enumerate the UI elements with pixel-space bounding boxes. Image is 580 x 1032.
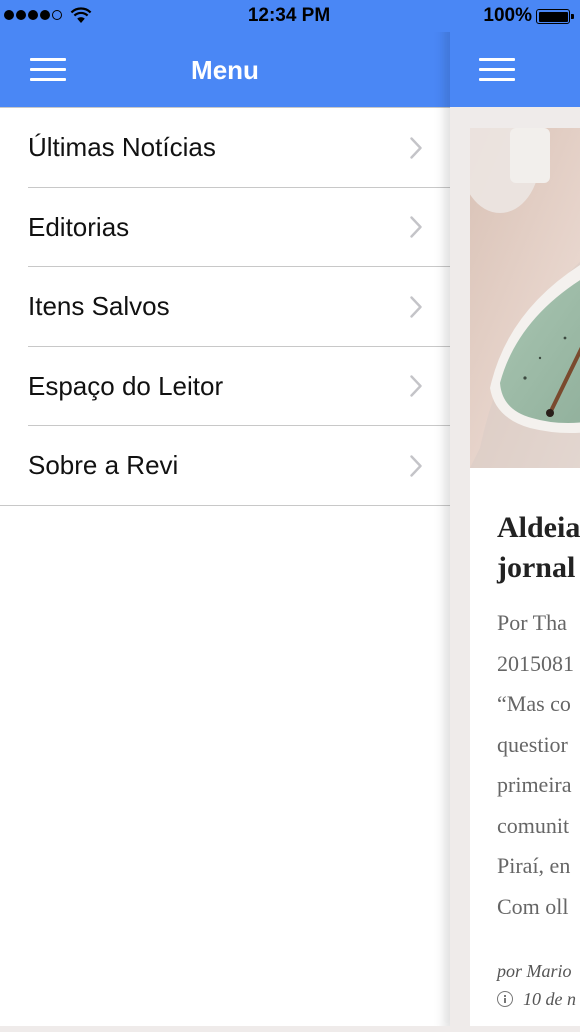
menu-item-label: Espaço do Leitor	[28, 370, 224, 401]
chevron-right-icon	[410, 137, 422, 159]
menu-item-ultimas-noticias[interactable]: Últimas Notícias	[0, 108, 450, 188]
excerpt-line: Piraí, en	[497, 853, 571, 878]
article-excerpt: Por Tha 2015081 “Mas co questior primeir…	[497, 603, 580, 927]
menu-item-label: Itens Salvos	[28, 291, 170, 322]
article-author: por Mario	[497, 961, 572, 981]
menu-item-sobre-a-revi[interactable]: Sobre a Revi	[0, 426, 450, 506]
excerpt-line: comunit	[497, 812, 570, 838]
clock-icon	[497, 991, 513, 1007]
chevron-right-icon	[410, 455, 422, 477]
menu-item-label: Sobre a Revi	[28, 450, 179, 481]
menu-item-label: Editorias	[28, 211, 130, 242]
menu-list: Últimas Notícias Editorias Itens Salvos …	[0, 107, 450, 506]
article-image	[470, 128, 580, 468]
chevron-right-icon	[410, 375, 422, 397]
menu-item-editorias[interactable]: Editorias	[0, 188, 450, 268]
article-card[interactable]: Aldeia jornal Por Tha 2015081 “Mas co qu…	[470, 128, 580, 1032]
chevron-right-icon	[410, 296, 422, 318]
article-body: Aldeia jornal Por Tha 2015081 “Mas co qu…	[497, 508, 580, 1013]
status-bar: 12:34 PM 100%	[0, 0, 580, 32]
article-title-line: Aldeia	[497, 511, 580, 544]
article-photo	[470, 128, 580, 468]
menu-item-itens-salvos[interactable]: Itens Salvos	[0, 267, 450, 347]
battery-percent: 100%	[483, 5, 532, 26]
content-header	[450, 32, 580, 107]
clock-time: 12:34 PM	[247, 5, 331, 26]
bottom-edge	[0, 1026, 580, 1032]
excerpt-line: Por Tha	[497, 610, 567, 635]
menu-item-label: Últimas Notícias	[28, 132, 216, 163]
excerpt-line: questior	[497, 731, 568, 757]
excerpt-line: 2015081	[497, 650, 574, 676]
battery-icon	[536, 9, 574, 24]
main-content-panel[interactable]: Aldeia jornal Por Tha 2015081 “Mas co qu…	[450, 0, 580, 1032]
article-title-line: jornal	[497, 551, 576, 584]
menu-header: Menu	[0, 32, 450, 107]
article-title: Aldeia jornal	[497, 508, 580, 588]
menu-item-espaco-do-leitor[interactable]: Espaço do Leitor	[0, 347, 450, 427]
excerpt-line: “Mas co	[497, 691, 571, 716]
side-menu: Menu Últimas Notícias Editorias Itens Sa…	[0, 0, 450, 1032]
excerpt-line: Com oll	[497, 893, 569, 919]
article-meta: por Mario 10 de n	[497, 957, 580, 1013]
menu-title: Menu	[191, 55, 259, 85]
hamburger-menu-icon[interactable]	[479, 58, 515, 82]
excerpt-line: primeira	[497, 772, 572, 797]
article-date-row: 10 de n	[497, 985, 580, 1013]
chevron-right-icon	[410, 216, 422, 238]
article-date: 10 de n	[523, 989, 576, 1009]
